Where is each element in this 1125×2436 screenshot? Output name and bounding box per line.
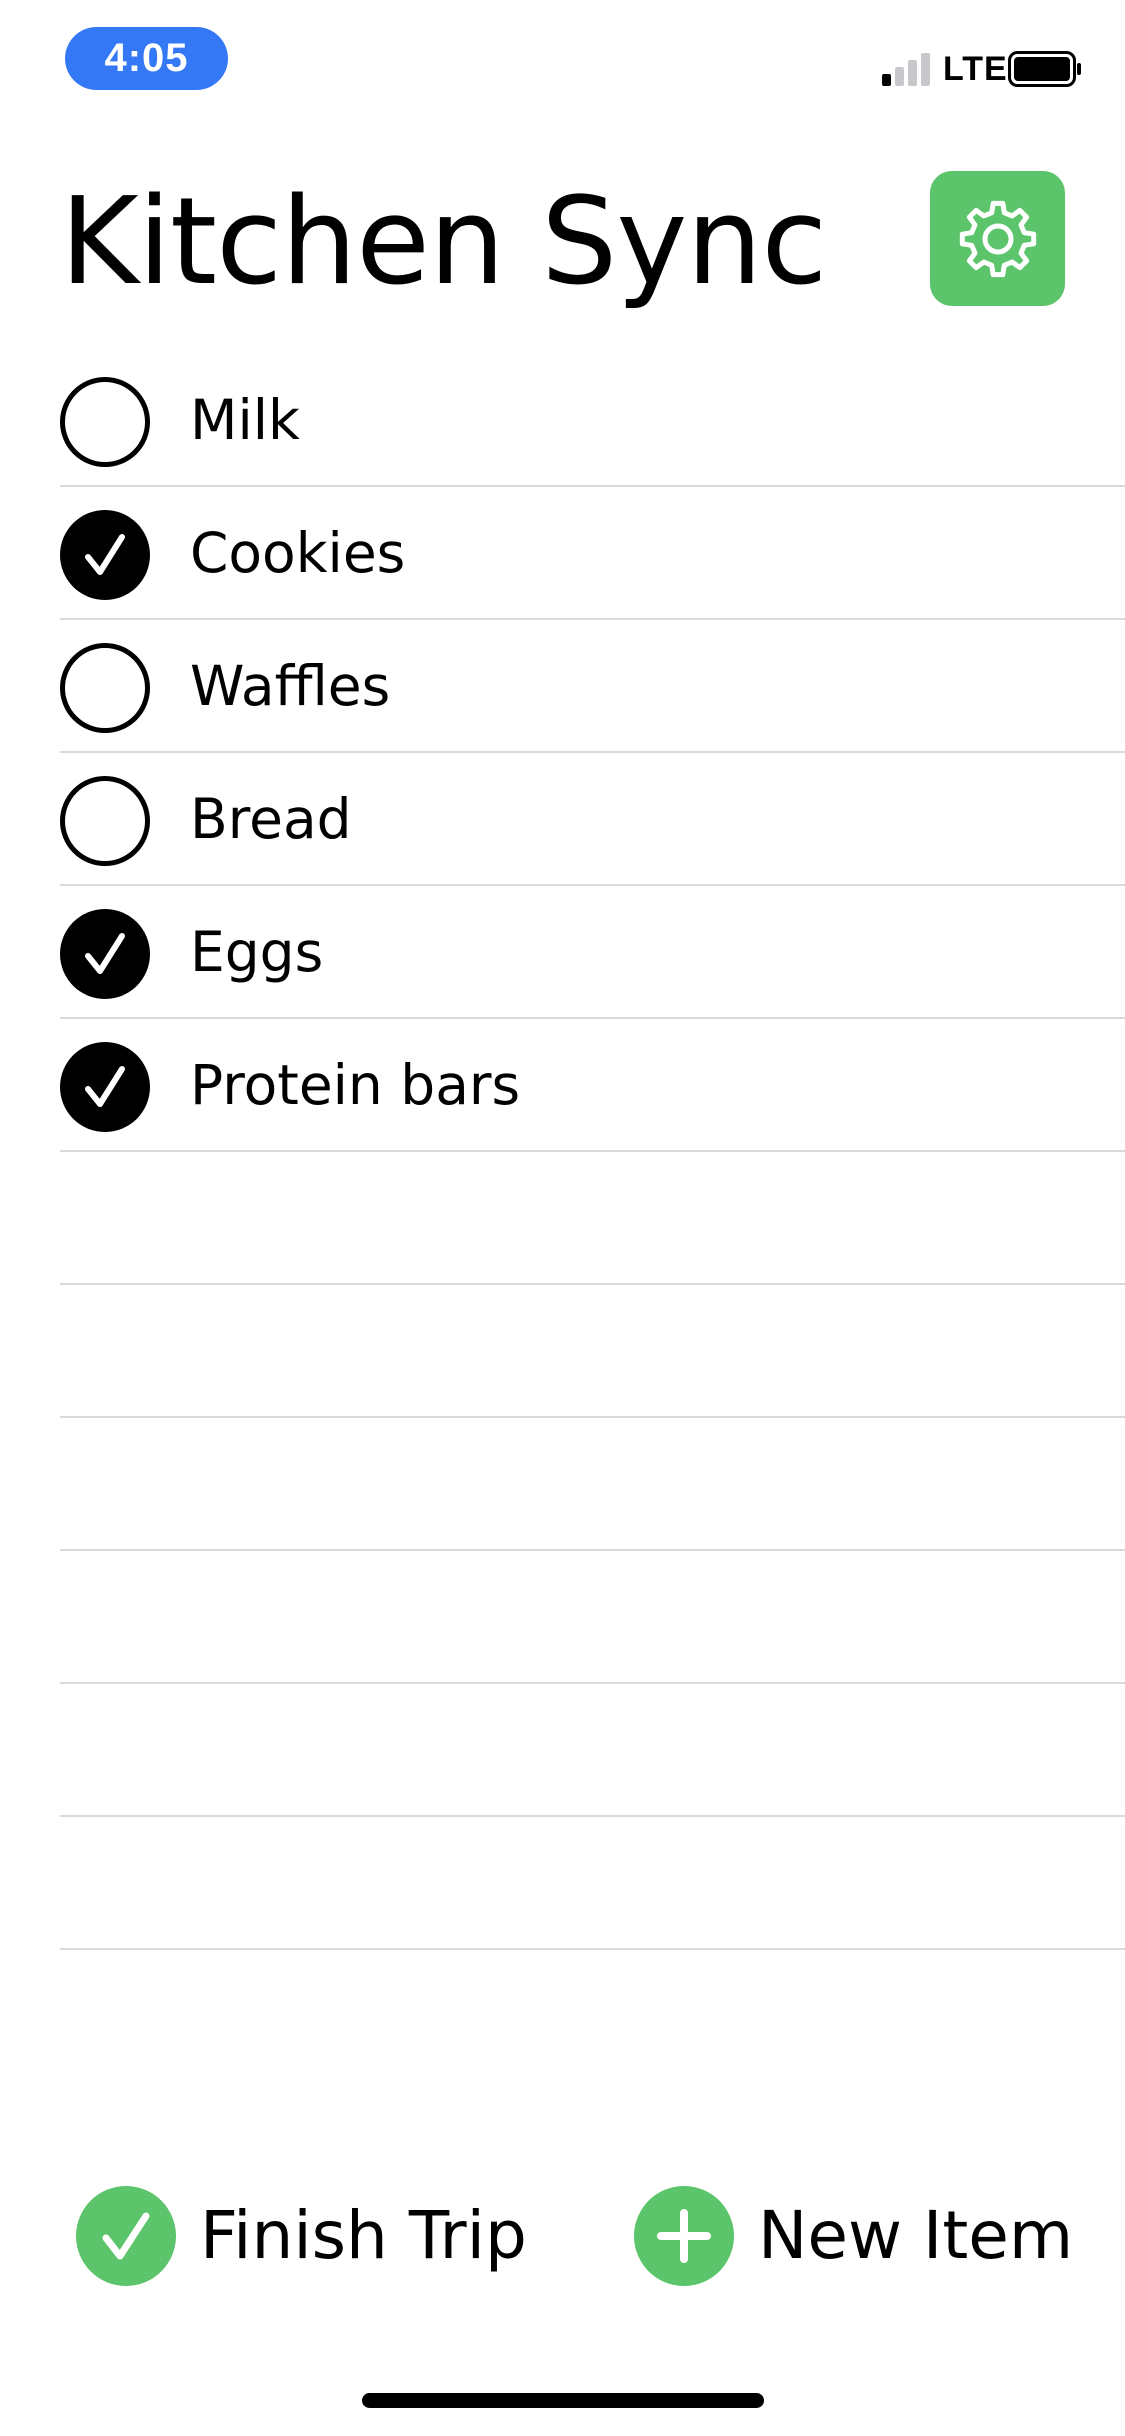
- signal-bar: [882, 74, 891, 86]
- item-label: Milk: [190, 388, 300, 452]
- network-type: LTE: [943, 50, 1008, 88]
- new-item-button[interactable]: New Item: [634, 2186, 1073, 2286]
- list-item[interactable]: Bread: [0, 753, 1125, 886]
- shopping-list: Milk Cookies Waffles Bread Eggs Protein …: [0, 354, 1125, 1950]
- checkbox-unchecked-icon[interactable]: [60, 776, 150, 866]
- list-item[interactable]: Cookies: [0, 487, 1125, 620]
- cellular-signal-icon: [882, 52, 934, 86]
- finish-trip-label: Finish Trip: [200, 2197, 527, 2274]
- list-item[interactable]: Milk: [0, 354, 1125, 487]
- signal-bar: [908, 60, 917, 86]
- gear-icon: [959, 200, 1036, 277]
- checkbox-checked-icon[interactable]: [60, 909, 150, 999]
- item-label: Protein bars: [190, 1053, 521, 1117]
- checkbox-unchecked-icon[interactable]: [60, 643, 150, 733]
- item-label: Bread: [190, 787, 352, 851]
- empty-row[interactable]: [0, 1152, 1125, 1285]
- home-indicator: [362, 2393, 764, 2408]
- empty-row[interactable]: [0, 1285, 1125, 1418]
- row-divider: [60, 1948, 1125, 1950]
- plus-icon: [634, 2186, 734, 2286]
- list-item[interactable]: Eggs: [0, 886, 1125, 1019]
- page-title: Kitchen Sync: [60, 173, 827, 312]
- item-label: Waffles: [190, 654, 391, 718]
- signal-bar: [921, 53, 930, 86]
- status-time: 4:05: [65, 27, 228, 90]
- item-label: Eggs: [190, 920, 324, 984]
- empty-row[interactable]: [0, 1684, 1125, 1817]
- checkmark-icon: [76, 2186, 176, 2286]
- empty-row[interactable]: [0, 1418, 1125, 1551]
- item-label: Cookies: [190, 521, 406, 585]
- settings-button[interactable]: [930, 171, 1065, 306]
- empty-row[interactable]: [0, 1817, 1125, 1950]
- finish-trip-button[interactable]: Finish Trip: [76, 2186, 527, 2286]
- checkbox-unchecked-icon[interactable]: [60, 377, 150, 467]
- new-item-label: New Item: [758, 2197, 1074, 2274]
- signal-bar: [895, 67, 904, 86]
- checkbox-checked-icon[interactable]: [60, 510, 150, 600]
- list-item[interactable]: Waffles: [0, 620, 1125, 753]
- list-item[interactable]: Protein bars: [0, 1019, 1125, 1152]
- empty-row[interactable]: [0, 1551, 1125, 1684]
- checkbox-checked-icon[interactable]: [60, 1042, 150, 1132]
- battery-icon: [1008, 51, 1081, 87]
